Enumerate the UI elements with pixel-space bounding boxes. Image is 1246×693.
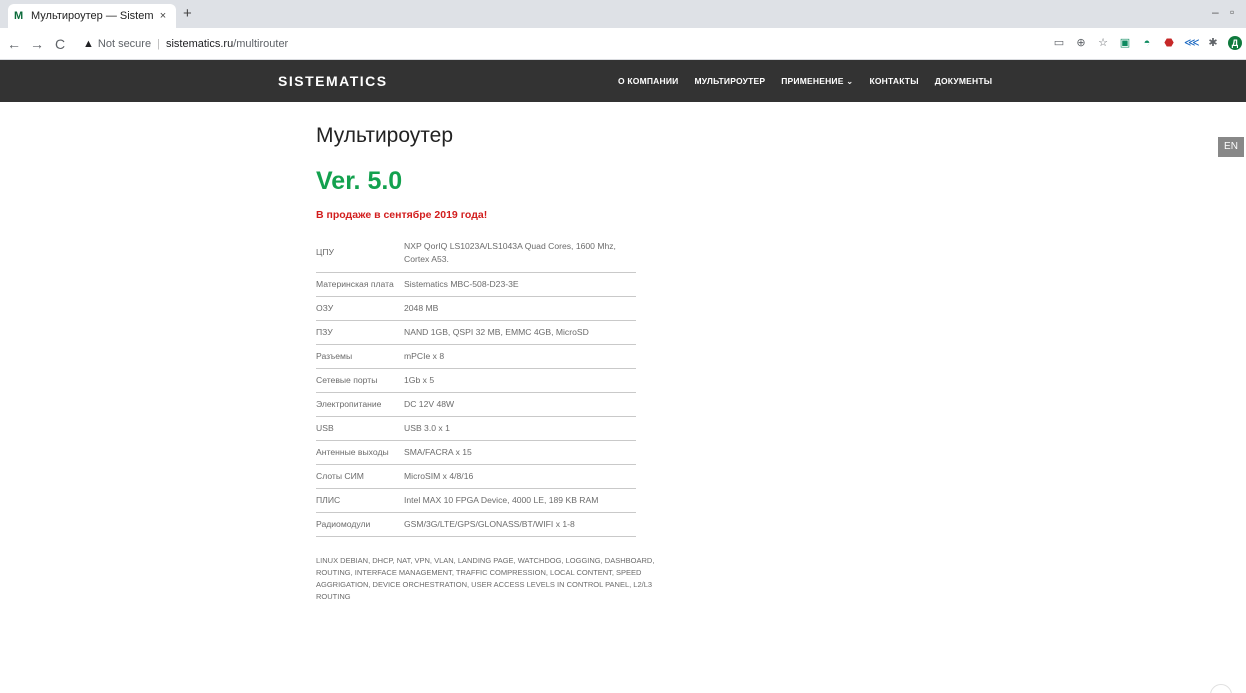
spec-value: 1Gb x 5 bbox=[404, 374, 435, 385]
version-heading: Ver. 5.0 bbox=[316, 167, 403, 195]
spec-value: Intel MAX 10 FPGA Device, 4000 LE, 189 K… bbox=[404, 494, 599, 505]
spec-key: ПЛИС bbox=[316, 494, 341, 505]
cast-icon[interactable]: ▣ bbox=[1118, 36, 1132, 50]
spec-key: Сетевые порты bbox=[316, 374, 378, 385]
table-row: Антенные выходы SMA/FACRA x 15 bbox=[316, 440, 636, 464]
spec-value: mPCIe x 8 bbox=[404, 350, 445, 361]
language-switch-button[interactable]: EN bbox=[1218, 137, 1244, 157]
star-icon[interactable]: ☆ bbox=[1096, 36, 1110, 50]
reader-icon[interactable]: ▭ bbox=[1052, 36, 1066, 50]
main-content: Мультироутер Ver. 5.0 В продаже в сентяб… bbox=[316, 124, 676, 603]
url-path[interactable]: /multirouter bbox=[233, 38, 288, 50]
reload-icon[interactable]: C bbox=[51, 36, 69, 52]
page-title: Мультироутер bbox=[316, 124, 454, 147]
table-row: Слоты СИМ MicroSIM x 4/8/16 bbox=[316, 464, 636, 488]
table-row: Материнская плата Sistematics MBC-508-D2… bbox=[316, 272, 636, 296]
spec-key: Слоты СИМ bbox=[316, 470, 364, 481]
spec-value: NAND 1GB, QSPI 32 MB, EMMC 4GB, MicroSD bbox=[404, 326, 589, 337]
extension-tray: ▭ ⊕ ☆ ▣ ◓ ⬣ ⋘ ✱ Д bbox=[1052, 36, 1242, 50]
omnibox-divider: | bbox=[157, 37, 160, 50]
spec-value: NXP QorIQ LS1023A/LS1043A Quad Cores, 16… bbox=[404, 240, 616, 264]
tab-title: Мультироутер — Sistem bbox=[31, 10, 154, 22]
menu-item-applications[interactable]: ПРИМЕНЕНИЕ ⌄ bbox=[781, 76, 853, 87]
table-row: ОЗУ 2048 MB bbox=[316, 296, 636, 320]
ext-blue-icon[interactable]: ⋘ bbox=[1184, 36, 1200, 50]
table-row: ПЛИС Intel MAX 10 FPGA Device, 4000 LE, … bbox=[316, 488, 636, 512]
zoom-icon[interactable]: ⊕ bbox=[1074, 36, 1088, 50]
scroll-top-button[interactable] bbox=[1210, 684, 1232, 693]
spec-value: MicroSIM x 4/8/16 bbox=[404, 470, 474, 481]
new-tab-icon[interactable]: + bbox=[183, 5, 192, 22]
spec-key: Материнская плата bbox=[316, 278, 394, 289]
not-secure-label[interactable]: Not secure bbox=[98, 38, 151, 50]
site-header: SISTEMATICS О КОМПАНИИ МУЛЬТИРОУТЕР ПРИМ… bbox=[0, 60, 1246, 102]
forward-arrow-icon[interactable]: → bbox=[28, 36, 46, 52]
spec-key: Радиомодули bbox=[316, 518, 371, 529]
spec-value: DC 12V 48W bbox=[404, 398, 455, 409]
table-row: Радиомодули GSM/3G/LTE/GPS/GLONASS/BT/WI… bbox=[316, 512, 636, 536]
sale-notice: В продаже в сентябре 2019 года! bbox=[316, 209, 488, 221]
menu-item-contacts[interactable]: КОНТАКТЫ bbox=[869, 76, 918, 86]
minimize-icon[interactable]: – bbox=[1212, 5, 1219, 19]
spec-key: ПЗУ bbox=[316, 326, 333, 337]
spec-key: USB bbox=[316, 422, 334, 433]
spec-key: Антенные выходы bbox=[316, 446, 389, 457]
table-row: USB USB 3.0 x 1 bbox=[316, 416, 636, 440]
menu-item-multirouter[interactable]: МУЛЬТИРОУТЕР bbox=[694, 76, 765, 86]
puzzle-icon[interactable]: ✱ bbox=[1206, 36, 1220, 50]
browser-tabstrip: M Мультироутер — Sistem × + – ▫ bbox=[0, 0, 1246, 28]
table-row: ЦПУ NXP QorIQ LS1023A/LS1043A Quad Cores… bbox=[316, 234, 636, 272]
feature-list: LINUX DEBIAN, DHCP, NAT, VPN, VLAN, LAND… bbox=[316, 555, 655, 601]
table-row: Электропитание DC 12V 48W bbox=[316, 392, 636, 416]
url-host[interactable]: sistematics.ru bbox=[166, 38, 233, 50]
site-favicon-icon: M bbox=[14, 10, 24, 22]
spec-key: ОЗУ bbox=[316, 302, 334, 313]
browser-tab[interactable]: M Мультироутер — Sistem × bbox=[8, 4, 176, 28]
spec-value: Sistematics MBC-508-D23-3E bbox=[404, 278, 519, 289]
ext-green-icon[interactable]: ◓ bbox=[1140, 36, 1154, 50]
spec-value: GSM/3G/LTE/GPS/GLONASS/BT/WIFI x 1-8 bbox=[404, 518, 575, 529]
back-arrow-icon[interactable]: ← bbox=[5, 36, 23, 52]
warning-triangle-icon[interactable]: ▲ bbox=[83, 38, 94, 50]
spec-key: Электропитание bbox=[316, 398, 382, 409]
menu-item-company[interactable]: О КОМПАНИИ bbox=[618, 76, 678, 86]
table-row: ПЗУ NAND 1GB, QSPI 32 MB, EMMC 4GB, Micr… bbox=[316, 320, 636, 344]
table-row: Разъемы mPCIe x 8 bbox=[316, 344, 636, 368]
table-row: Сетевые порты 1Gb x 5 bbox=[316, 368, 636, 392]
spec-value: 2048 MB bbox=[404, 302, 439, 313]
address-bar[interactable]: ▲ Not secure | sistematics.ru/multiroute… bbox=[83, 33, 288, 55]
tab-close-icon[interactable]: × bbox=[156, 10, 170, 22]
restore-icon[interactable]: ▫ bbox=[1230, 5, 1234, 19]
shield-icon[interactable]: ⬣ bbox=[1162, 36, 1176, 50]
spec-key: ЦПУ bbox=[316, 247, 334, 258]
spec-key: Разъемы bbox=[316, 350, 353, 361]
main-menu: О КОМПАНИИ МУЛЬТИРОУТЕР ПРИМЕНЕНИЕ ⌄ КОН… bbox=[618, 60, 992, 102]
spec-value: SMA/FACRA x 15 bbox=[404, 446, 472, 457]
profile-avatar[interactable]: Д bbox=[1228, 36, 1242, 50]
spec-value: USB 3.0 x 1 bbox=[404, 422, 450, 433]
spec-table: ЦПУ NXP QorIQ LS1023A/LS1043A Quad Cores… bbox=[316, 234, 636, 537]
site-logo[interactable]: SISTEMATICS bbox=[278, 73, 388, 89]
menu-item-documents[interactable]: ДОКУМЕНТЫ bbox=[935, 76, 993, 86]
